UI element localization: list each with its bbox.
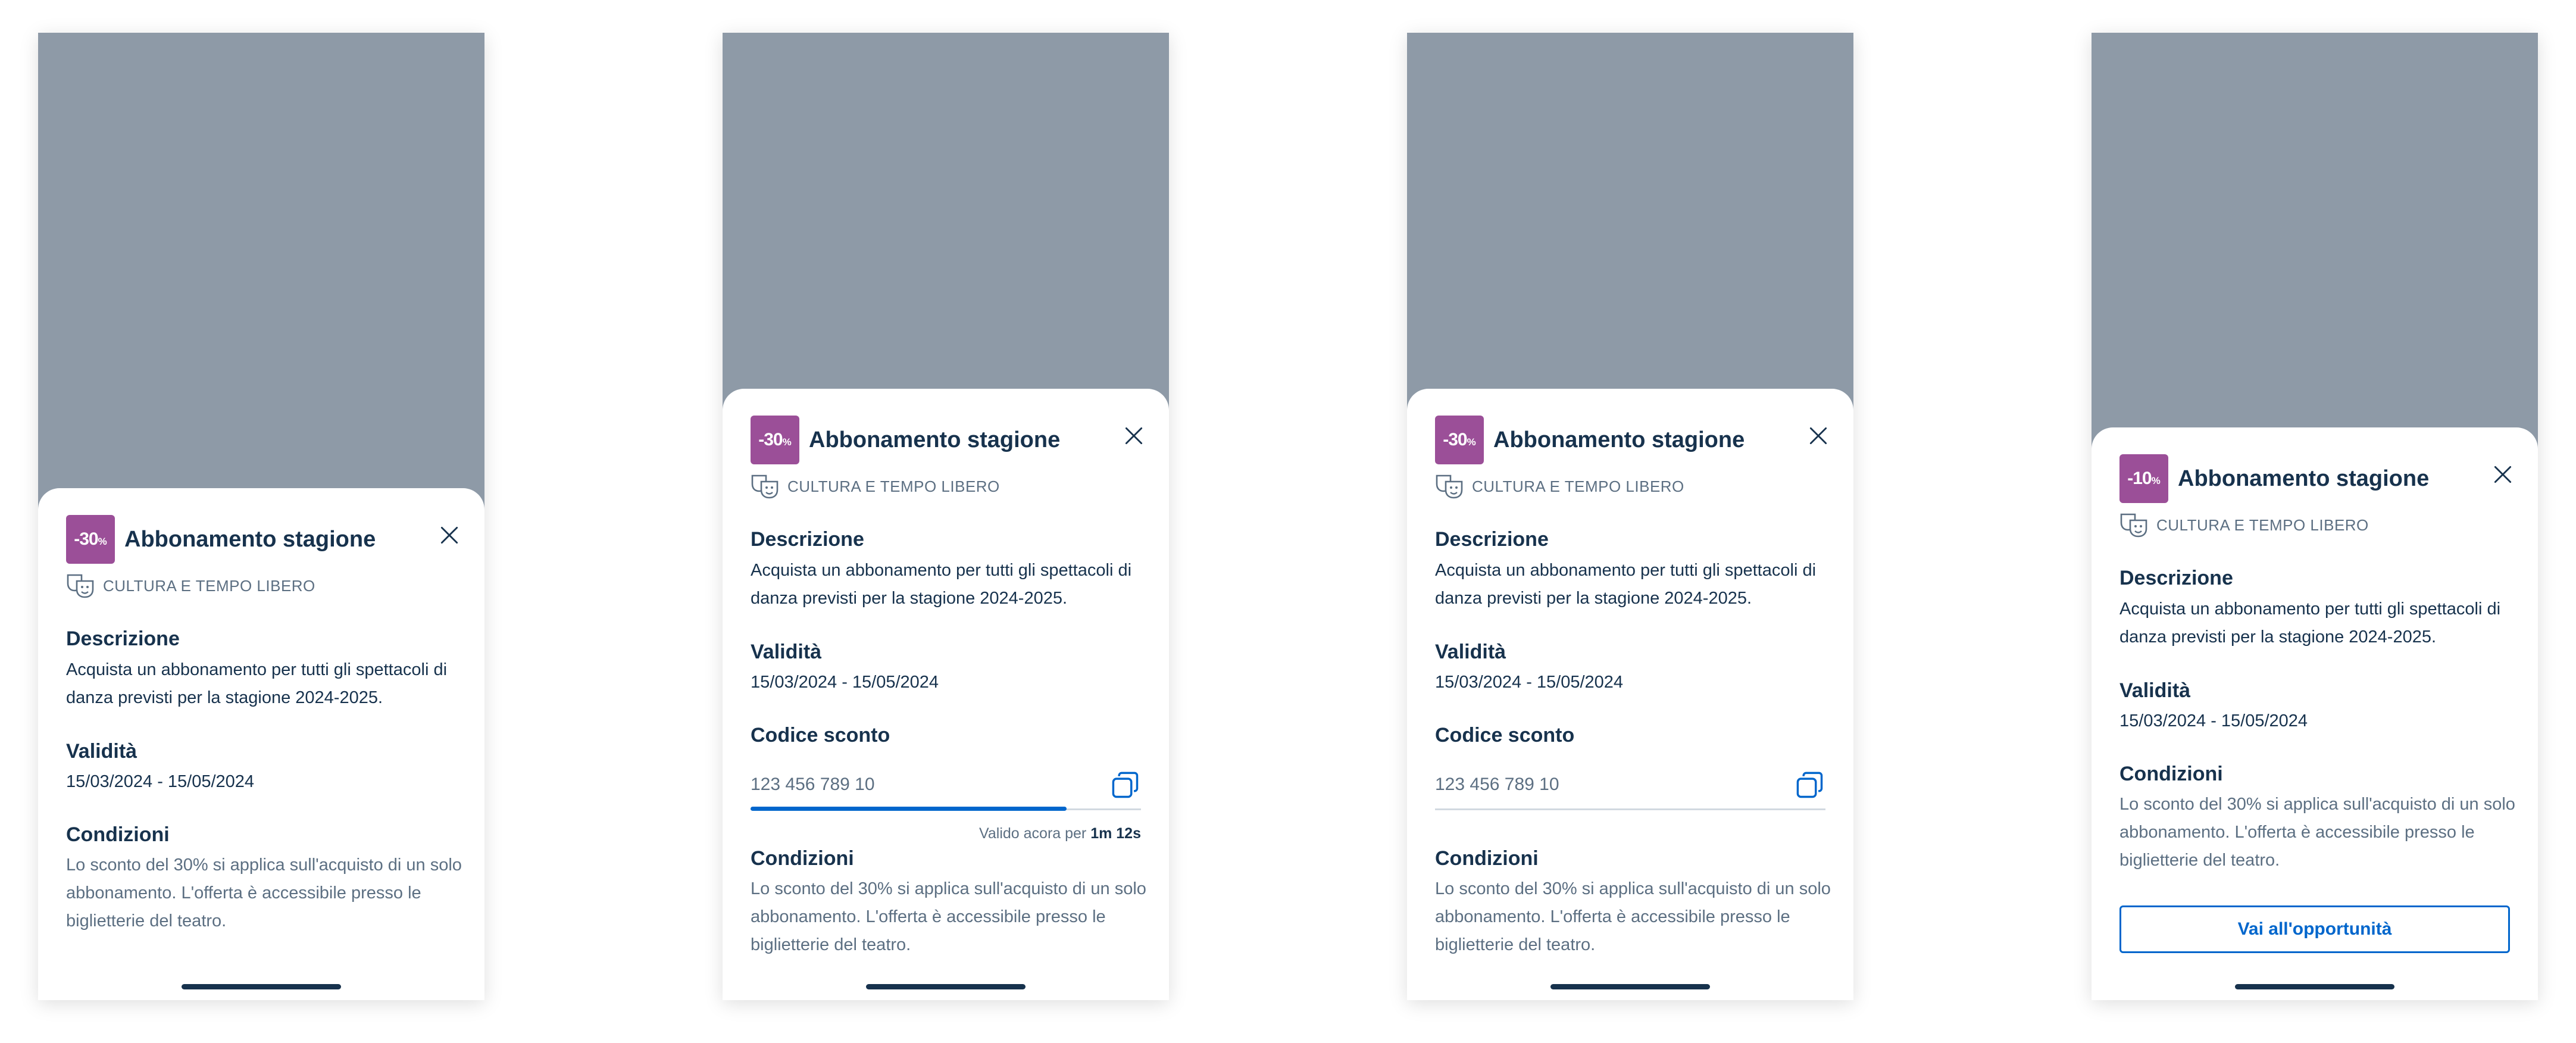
theater-masks-icon [67, 574, 94, 598]
validity-dates: 15/03/2024 - 15/05/2024 [1435, 673, 1624, 692]
theater-masks-icon [751, 474, 779, 499]
phone-screen-2: -30% Abbonamento stagione CULTURA E TEMP… [723, 33, 1169, 1000]
sheet-title: Abbonamento stagione [1493, 427, 1745, 452]
close-icon[interactable] [1807, 424, 1830, 447]
theater-masks-icon [1436, 474, 1463, 499]
validity-title: Validità [2119, 679, 2191, 702]
conditions-text: Lo sconto del 30% si applica sull'acquis… [66, 855, 462, 930]
validity-progress-bar [751, 807, 1067, 811]
conditions-text: Lo sconto del 30% si applica sull'acquis… [1435, 879, 1831, 954]
sheet-title: Abbonamento stagione [2178, 466, 2430, 491]
phone-screen-4: -10% Abbonamento stagione CULTURA E TEMP… [2092, 33, 2538, 1000]
discount-badge: -30% [1435, 416, 1484, 464]
sheet-header: -30% Abbonamento stagione [751, 416, 1060, 464]
discount-badge: -30% [751, 416, 799, 464]
discount-code-field: 123 456 789 10 [1435, 763, 1825, 810]
sheet-header: -30% Abbonamento stagione [1435, 416, 1745, 464]
validity-title: Validità [1435, 641, 1506, 663]
copy-icon[interactable] [1795, 770, 1825, 801]
discount-unit: % [1467, 436, 1476, 448]
close-icon[interactable] [2491, 463, 2514, 486]
bottom-sheet: -30% Abbonamento stagione CULTURA E TEMP… [1407, 389, 1853, 1000]
home-indicator[interactable] [2235, 984, 2394, 989]
copy-icon[interactable] [1110, 770, 1141, 801]
discount-code-title: Codice sconto [751, 724, 890, 747]
discount-code-field: 123 456 789 10 [751, 763, 1141, 811]
home-indicator[interactable] [866, 984, 1026, 989]
phone-screen-3: -30% Abbonamento stagione CULTURA E TEMP… [1407, 33, 1853, 1000]
description-title: Descrizione [1435, 528, 1549, 551]
discount-code-title: Codice sconto [1435, 724, 1575, 747]
category-label: CULTURA E TEMPO LIBERO [787, 477, 1000, 495]
home-indicator[interactable] [182, 984, 341, 989]
phone-screen-1: -30% Abbonamento stagione CULTURA E TEMP… [38, 33, 484, 1000]
sheet-title: Abbonamento stagione [809, 427, 1061, 452]
discount-badge: -10% [2119, 454, 2168, 503]
discount-value: -30 [758, 430, 783, 449]
category: CULTURA E TEMPO LIBERO [2119, 512, 2369, 538]
discount-value: -30 [1443, 430, 1467, 449]
description-text: Acquista un abbonamento per tutti gli sp… [2119, 599, 2501, 647]
sheet-header: -10% Abbonamento stagione [2119, 454, 2429, 503]
category-label: CULTURA E TEMPO LIBERO [2156, 516, 2369, 534]
validity-dates: 15/03/2024 - 15/05/2024 [751, 673, 939, 692]
conditions-text: Lo sconto del 30% si applica sull'acquis… [2119, 795, 2515, 870]
description-text: Acquista un abbonamento per tutti gli sp… [751, 561, 1132, 608]
discount-value: -30 [74, 529, 98, 549]
category: CULTURA E TEMPO LIBERO [66, 573, 315, 599]
conditions-title: Condizioni [751, 847, 854, 870]
home-indicator[interactable] [1550, 984, 1710, 989]
description-title: Descrizione [2119, 567, 2233, 589]
discount-unit: % [782, 436, 792, 448]
validity-timer: Valido acora per 1m 12s [979, 825, 1141, 842]
discount-badge: -30% [66, 515, 115, 564]
close-icon[interactable] [1123, 424, 1145, 447]
conditions-title: Condizioni [66, 823, 170, 846]
conditions-title: Condizioni [2119, 763, 2223, 785]
description-text: Acquista un abbonamento per tutti gli sp… [66, 660, 448, 707]
category-label: CULTURA E TEMPO LIBERO [1472, 477, 1684, 495]
opportunity-button[interactable]: Vai all'opportunità [2119, 905, 2510, 953]
validity-dates: 15/03/2024 - 15/05/2024 [2119, 711, 2308, 730]
category: CULTURA E TEMPO LIBERO [751, 473, 1000, 499]
code-underline [1435, 808, 1825, 810]
conditions-title: Condizioni [1435, 847, 1539, 870]
discount-unit: % [98, 536, 107, 547]
discount-unit: % [2151, 475, 2161, 486]
close-icon[interactable] [438, 524, 461, 547]
description-title: Descrizione [66, 627, 180, 650]
validity-dates: 15/03/2024 - 15/05/2024 [66, 772, 255, 791]
theater-masks-icon [2120, 513, 2147, 538]
description-title: Descrizione [751, 528, 864, 551]
discount-code-value: 123 456 789 10 [751, 775, 875, 794]
category-label: CULTURA E TEMPO LIBERO [103, 576, 315, 595]
timer-prefix: Valido acora per [979, 825, 1087, 842]
validity-title: Validità [66, 740, 137, 763]
sheet-header: -30% Abbonamento stagione [66, 515, 376, 564]
sheet-title: Abbonamento stagione [124, 526, 376, 552]
description-text: Acquista un abbonamento per tutti gli sp… [1435, 561, 1817, 608]
category: CULTURA E TEMPO LIBERO [1435, 473, 1684, 499]
validity-title: Validità [751, 641, 822, 663]
bottom-sheet: -30% Abbonamento stagione CULTURA E TEMP… [38, 488, 484, 1000]
timer-value: 1m 12s [1090, 825, 1141, 842]
discount-code-value: 123 456 789 10 [1435, 775, 1559, 794]
discount-value: -10 [2127, 469, 2152, 488]
bottom-sheet: -30% Abbonamento stagione CULTURA E TEMP… [723, 389, 1169, 1000]
bottom-sheet: -10% Abbonamento stagione CULTURA E TEMP… [2092, 427, 2538, 1000]
conditions-text: Lo sconto del 30% si applica sull'acquis… [751, 879, 1146, 954]
